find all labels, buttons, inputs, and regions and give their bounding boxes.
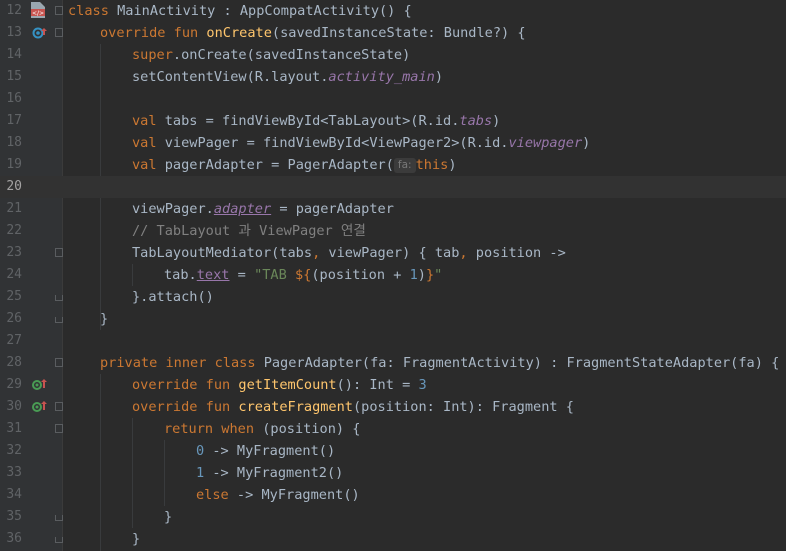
- code-text: else -> MyFragment(): [196, 487, 360, 503]
- code-line[interactable]: 28 private inner class PagerAdapter(fa: …: [0, 352, 786, 374]
- line-number: 13: [6, 25, 22, 40]
- line-number: 17: [6, 113, 22, 128]
- fold-marker[interactable]: [55, 295, 63, 301]
- code-text: 1 -> MyFragment2(): [196, 465, 344, 481]
- line-number: 25: [6, 289, 22, 304]
- line-number: 22: [6, 223, 22, 238]
- fold-marker[interactable]: [55, 537, 63, 543]
- code-line[interactable]: 19 val pagerAdapter = PagerAdapter(fa: th…: [0, 154, 786, 176]
- line-number: 36: [6, 531, 22, 546]
- fold-marker[interactable]: [55, 6, 63, 15]
- class-file-icon[interactable]: </>: [30, 1, 46, 19]
- fold-marker[interactable]: [55, 358, 63, 367]
- svg-text:</>: </>: [32, 10, 44, 17]
- code-line[interactable]: 29 override fun getItemCount(): Int = 3: [0, 374, 786, 396]
- override-run-icon[interactable]: [32, 26, 48, 40]
- fold-marker[interactable]: [55, 317, 63, 323]
- code-line[interactable]: 24 tab.text = "TAB ${(position + 1)}": [0, 264, 786, 286]
- code-text: override fun createFragment(position: In…: [132, 399, 574, 415]
- line-number: 16: [6, 91, 22, 106]
- line-number: 20: [6, 179, 22, 194]
- code-text: setContentView(R.layout.activity_main): [132, 69, 444, 85]
- code-line[interactable]: 35 }: [0, 506, 786, 528]
- line-number: 15: [6, 69, 22, 84]
- code-line[interactable]: 22 // TabLayout 과 ViewPager 연결: [0, 220, 786, 242]
- line-number: 29: [6, 377, 22, 392]
- code-text: super.onCreate(savedInstanceState): [132, 47, 411, 63]
- code-line[interactable]: 13 override fun onCreate(savedInstanceSt…: [0, 22, 786, 44]
- line-number: 14: [6, 47, 22, 62]
- fold-marker[interactable]: [55, 248, 63, 257]
- code-text: val pagerAdapter = PagerAdapter(fa: this): [132, 157, 457, 173]
- code-text: override fun getItemCount(): Int = 3: [132, 377, 427, 393]
- line-number: 30: [6, 399, 22, 414]
- fold-marker[interactable]: [55, 515, 63, 521]
- code-line[interactable]: 15 setContentView(R.layout.activity_main…: [0, 66, 786, 88]
- code-text: val tabs = findViewById<TabLayout>(R.id.…: [132, 113, 501, 129]
- code-text: }: [164, 509, 173, 525]
- code-text: }: [100, 311, 109, 327]
- code-text: override fun onCreate(savedInstanceState…: [100, 25, 526, 41]
- parameter-hint: fa:: [393, 158, 416, 173]
- line-number: 34: [6, 487, 22, 502]
- line-number: 18: [6, 135, 22, 150]
- code-line[interactable]: 25 }.attach(): [0, 286, 786, 308]
- line-number: 33: [6, 465, 22, 480]
- line-number: 24: [6, 267, 22, 282]
- line-number: 31: [6, 421, 22, 436]
- code-line[interactable]: 26 }: [0, 308, 786, 330]
- line-number: 27: [6, 333, 22, 348]
- code-text: val viewPager = findViewById<ViewPager2>…: [132, 135, 591, 151]
- line-number: 32: [6, 443, 22, 458]
- code-text: return when (position) {: [164, 421, 361, 437]
- code-line[interactable]: 34 else -> MyFragment(): [0, 484, 786, 506]
- code-line[interactable]: 27: [0, 330, 786, 352]
- code-line[interactable]: 33 1 -> MyFragment2(): [0, 462, 786, 484]
- code-line[interactable]: 32 0 -> MyFragment(): [0, 440, 786, 462]
- line-number: 23: [6, 245, 22, 260]
- code-comment: // TabLayout 과 ViewPager 연결: [132, 223, 366, 239]
- line-number: 26: [6, 311, 22, 326]
- code-text: class MainActivity : AppCompatActivity()…: [68, 3, 412, 19]
- line-number: 21: [6, 201, 22, 216]
- code-text: private inner class PagerAdapter(fa: Fra…: [100, 355, 780, 371]
- code-text: TabLayoutMediator(tabs, viewPager) { tab…: [132, 245, 566, 261]
- code-text: }.attach(): [132, 289, 214, 305]
- code-line[interactable]: 17 val tabs = findViewById<TabLayout>(R.…: [0, 110, 786, 132]
- implements-method-icon[interactable]: [32, 400, 48, 414]
- code-line[interactable]: 12 </> class MainActivity : AppCompatAct…: [0, 0, 786, 22]
- code-line[interactable]: 36 }: [0, 528, 786, 550]
- code-line[interactable]: 23 TabLayoutMediator(tabs, viewPager) { …: [0, 242, 786, 264]
- code-line[interactable]: 14 super.onCreate(savedInstanceState): [0, 44, 786, 66]
- fold-marker[interactable]: [55, 28, 63, 37]
- code-line[interactable]: 31 return when (position) {: [0, 418, 786, 440]
- fold-marker[interactable]: [55, 424, 63, 433]
- current-line[interactable]: 20: [0, 176, 786, 198]
- code-line[interactable]: 21 viewPager.adapter = pagerAdapter: [0, 198, 786, 220]
- implements-method-icon[interactable]: [32, 378, 48, 392]
- line-number: 12: [6, 3, 22, 18]
- code-text: }: [132, 531, 141, 547]
- code-line[interactable]: 30 override fun createFragment(position:…: [0, 396, 786, 418]
- code-line[interactable]: 16: [0, 88, 786, 110]
- code-editor[interactable]: 12 </> class MainActivity : AppCompatAct…: [0, 0, 786, 551]
- fold-marker[interactable]: [55, 402, 63, 411]
- line-number: 28: [6, 355, 22, 370]
- line-number: 35: [6, 509, 22, 524]
- line-number: 19: [6, 157, 22, 172]
- code-text: tab.text = "TAB ${(position + 1)}": [164, 267, 443, 283]
- code-text: viewPager.adapter = pagerAdapter: [132, 201, 394, 217]
- code-text: 0 -> MyFragment(): [196, 443, 336, 459]
- code-line[interactable]: 18 val viewPager = findViewById<ViewPage…: [0, 132, 786, 154]
